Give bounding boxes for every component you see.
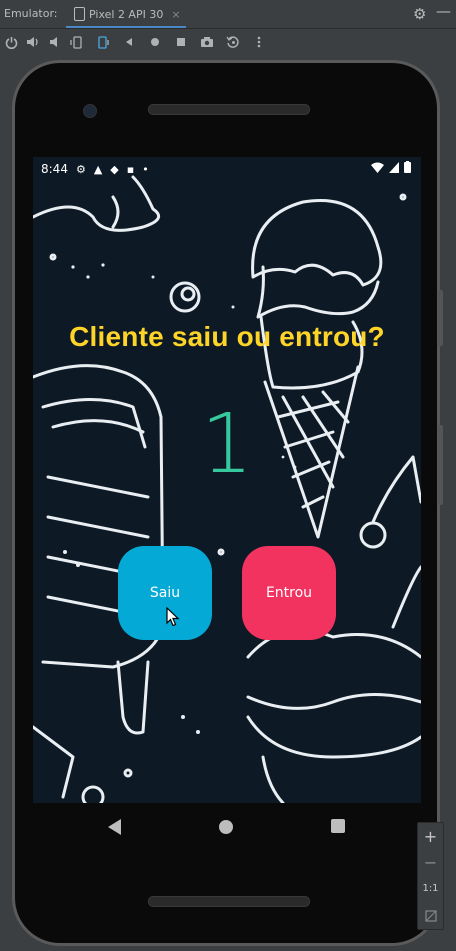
device-icon [74, 7, 85, 21]
home-icon[interactable] [146, 33, 164, 51]
emulator-titlebar: Emulator: Pixel 2 API 30 × ⚙ — [0, 0, 456, 29]
nav-home-icon[interactable] [219, 820, 233, 834]
wifi-icon [371, 162, 384, 173]
notification-dot-icon: • [142, 162, 149, 176]
customer-counter: 1 [200, 397, 254, 492]
phone-volume-button [438, 425, 443, 505]
entrou-button[interactable]: Entrou [242, 546, 336, 640]
minimize-icon[interactable]: — [436, 2, 451, 20]
notification-icon-a: ▲ [93, 162, 103, 176]
front-camera [83, 104, 97, 118]
top-speaker [148, 104, 310, 115]
device-tab[interactable]: Pixel 2 API 30 × [66, 2, 186, 28]
device-tab-label: Pixel 2 API 30 [89, 7, 164, 21]
notification-icon-card: ▪ [126, 162, 135, 176]
gear-icon[interactable]: ⚙ [413, 5, 426, 23]
zoom-out-button[interactable]: − [418, 853, 443, 872]
volume-down-icon[interactable] [46, 33, 64, 51]
android-nav-bar [33, 805, 421, 851]
zoom-fit-icon[interactable] [418, 907, 443, 926]
entrou-button-label: Entrou [265, 585, 313, 601]
signal-icon [389, 161, 399, 173]
bottom-speaker [148, 896, 310, 907]
rotate-left-icon[interactable] [68, 33, 86, 51]
zoom-panel: + − 1:1 [417, 822, 444, 930]
notification-icon-shield: ◆ [110, 162, 119, 176]
app-screen: 8:44 ⚙ ▲ ◆ ▪ • Cliente saiu ou entrou? 1… [33, 157, 421, 803]
settings-notification-icon: ⚙ [75, 162, 86, 176]
saiu-button-label: Saiu [149, 585, 181, 601]
nav-back-icon[interactable] [108, 819, 121, 835]
nav-recents-icon[interactable] [331, 819, 345, 833]
zoom-actual-size-button[interactable]: 1:1 [418, 883, 443, 894]
emulator-toolbar [0, 29, 456, 55]
saiu-button[interactable]: Saiu [118, 546, 212, 640]
snapshot-icon[interactable] [224, 33, 242, 51]
page-title: Cliente saiu ou entrou? [69, 321, 385, 352]
status-bar: 8:44 ⚙ ▲ ◆ ▪ • [33, 157, 421, 181]
power-icon[interactable] [2, 33, 20, 51]
status-time: 8:44 [41, 162, 68, 176]
overview-icon[interactable] [172, 33, 190, 51]
battery-icon [404, 161, 411, 173]
phone-power-button [438, 290, 443, 346]
zoom-in-button[interactable]: + [418, 827, 443, 846]
rotate-right-icon[interactable] [94, 33, 112, 51]
screenshot-icon[interactable] [198, 33, 216, 51]
volume-up-icon[interactable] [24, 33, 42, 51]
close-tab-icon[interactable]: × [171, 8, 180, 21]
more-icon[interactable] [250, 33, 268, 51]
mouse-cursor-icon [166, 607, 180, 627]
emulator-label: Emulator: [4, 7, 58, 20]
back-icon[interactable] [120, 33, 138, 51]
